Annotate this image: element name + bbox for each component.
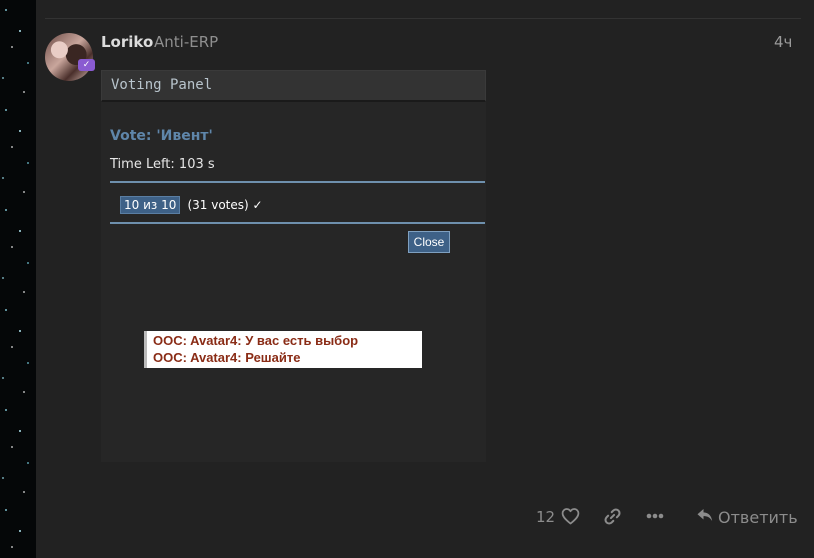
reply-button[interactable]: Ответить	[696, 506, 798, 528]
starfield-background	[0, 0, 36, 558]
vote-option-row: 10 из 10 (31 votes) ✓	[120, 194, 263, 214]
like-count[interactable]: 12	[536, 508, 555, 526]
post-date[interactable]: 4ч	[774, 33, 792, 51]
link-icon[interactable]	[603, 507, 622, 530]
ooc-chat-box: OOC: Avatar4: У вас есть выбор OOC: Avat…	[144, 331, 422, 368]
chat-line: OOC: Avatar4: Решайте	[153, 350, 301, 365]
username[interactable]: Loriko	[101, 33, 153, 51]
avatar[interactable]	[45, 33, 93, 81]
embedded-screenshot[interactable]: Voting Panel Vote: 'Ивент' Time Left: 10…	[101, 70, 486, 462]
close-button[interactable]: Close	[408, 231, 450, 253]
voting-panel-title: Voting Panel	[111, 77, 213, 93]
divider-bottom	[110, 222, 485, 224]
heart-icon[interactable]	[561, 507, 580, 529]
avatar-flair-badge: ✓	[78, 59, 95, 71]
post-divider	[45, 18, 801, 19]
vote-heading: Vote: 'Ивент'	[110, 128, 213, 144]
reply-label: Ответить	[718, 507, 798, 527]
reply-arrow-icon	[696, 506, 714, 528]
time-left: Time Left: 103 s	[110, 157, 215, 172]
vote-option-button[interactable]: 10 из 10	[120, 196, 181, 214]
voting-panel-titlebar: Voting Panel	[101, 70, 486, 102]
vote-option-count: (31 votes) ✓	[187, 198, 263, 212]
chat-line: OOC: Avatar4: У вас есть выбор	[153, 333, 359, 348]
ellipsis-icon[interactable]	[646, 506, 664, 530]
user-title: Anti-ERP	[154, 33, 219, 51]
divider-top	[110, 181, 485, 183]
